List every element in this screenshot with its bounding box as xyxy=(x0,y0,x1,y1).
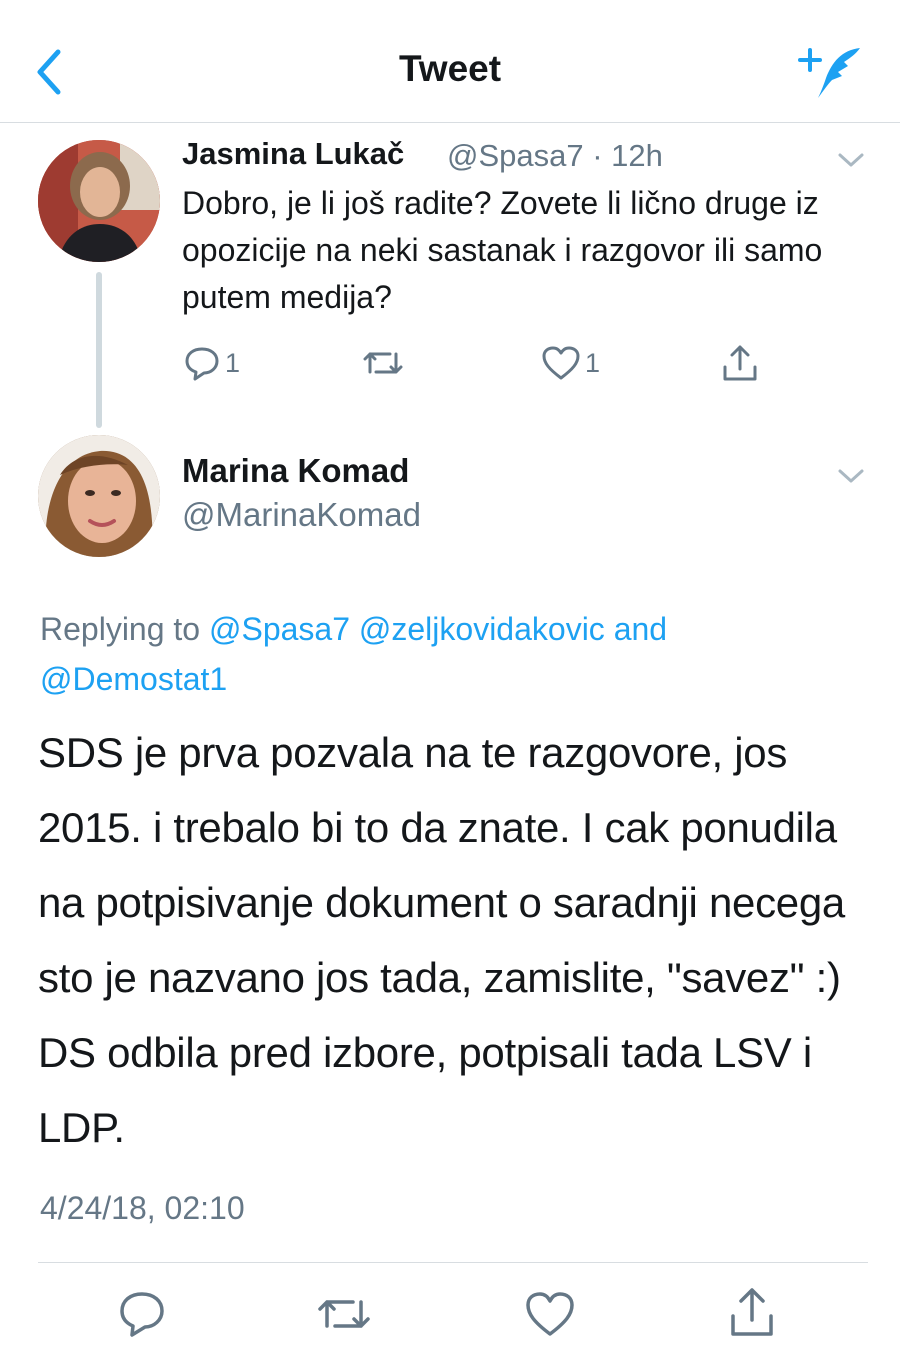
chevron-down-icon xyxy=(838,153,864,167)
profile-photo-image xyxy=(38,140,160,262)
tweet-menu-button[interactable] xyxy=(834,148,868,172)
profile-photo-image xyxy=(38,435,160,557)
author-handle-time[interactable]: @Spasa7 · 12h xyxy=(447,138,663,174)
retweet-icon xyxy=(318,1300,370,1328)
retweet-button[interactable] xyxy=(316,1288,372,1340)
retweet-icon xyxy=(363,352,403,374)
share-icon xyxy=(731,1288,773,1336)
author-name[interactable]: Jasmina Lukač xyxy=(182,136,404,172)
divider xyxy=(38,1262,868,1263)
tweet-text: SDS je prva pozvala na te razgovore, jos… xyxy=(38,729,845,1151)
retweet-button[interactable] xyxy=(362,343,404,383)
mention-link[interactable]: @Spasa7 xyxy=(209,611,350,647)
replying-prefix: Replying to xyxy=(40,611,209,647)
chevron-down-icon xyxy=(838,469,864,483)
replying-to-line: Replying to @Spasa7 @zeljkovidakovic and… xyxy=(40,604,860,704)
share-icon xyxy=(723,345,757,381)
mention-link[interactable]: @Demostat1 xyxy=(40,661,227,697)
mention-link[interactable]: @zeljkovidakovic xyxy=(359,611,605,647)
share-button[interactable] xyxy=(720,343,760,383)
tweet-text: Dobro, je li još radite? Zovete li lično… xyxy=(182,185,823,315)
heart-icon xyxy=(526,1292,574,1336)
tweet-menu-button[interactable] xyxy=(834,464,868,488)
reply-icon xyxy=(185,347,219,381)
heart-icon xyxy=(542,346,580,380)
compose-tweet-icon xyxy=(798,48,860,98)
author-handle[interactable]: @MarinaKomad xyxy=(182,496,421,534)
page-title: Tweet xyxy=(398,48,502,89)
thread-connector xyxy=(96,272,102,428)
share-button[interactable] xyxy=(726,1284,778,1340)
avatar[interactable] xyxy=(38,140,160,262)
tweet-timestamp: 4/24/18, 02:10 xyxy=(40,1190,245,1226)
like-button[interactable]: 1 xyxy=(541,343,600,383)
compose-tweet-button[interactable] xyxy=(798,44,868,100)
reply-button[interactable] xyxy=(116,1288,168,1340)
reply-button[interactable]: 1 xyxy=(183,343,240,383)
reply-icon xyxy=(120,1292,164,1337)
like-count: 1 xyxy=(585,347,601,378)
author-name[interactable]: Marina Komad xyxy=(182,452,409,490)
mention-conjunction: and xyxy=(604,611,668,647)
like-button[interactable] xyxy=(524,1288,576,1340)
avatar[interactable] xyxy=(38,435,160,557)
reply-count: 1 xyxy=(225,347,241,378)
